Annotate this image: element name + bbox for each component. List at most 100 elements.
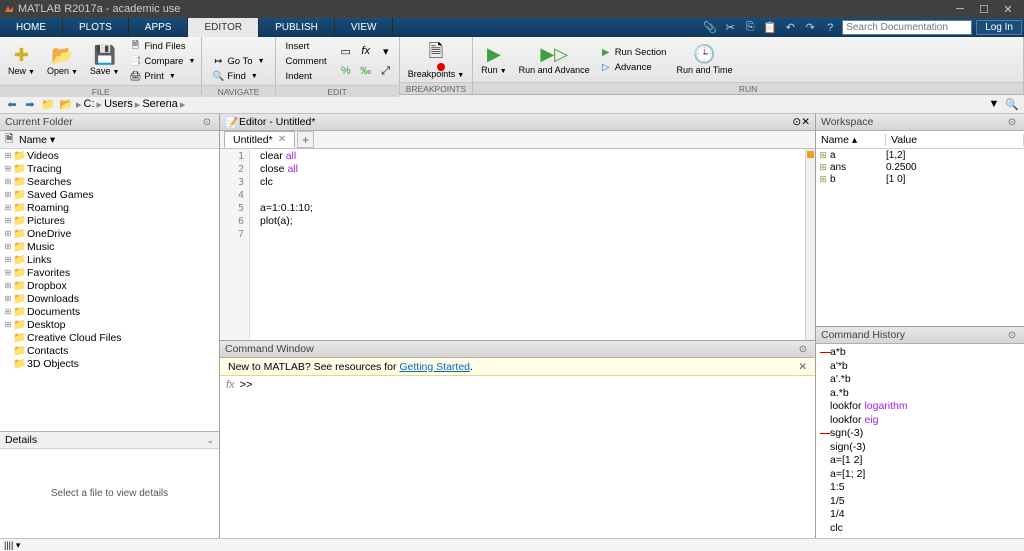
command-window-body[interactable]: fx >> [220, 376, 815, 538]
history-line[interactable]: a.*b [820, 387, 1020, 401]
folder-item[interactable]: ⊞📁Roaming [0, 201, 219, 214]
insert-var-icon[interactable]: ▾ [377, 42, 395, 60]
address-path[interactable]: ▸ C:▸ Users▸ Serena▸ [76, 98, 984, 111]
run-time-button[interactable]: 🕒Run and Time [672, 39, 736, 80]
history-line[interactable]: —a*b [820, 346, 1020, 360]
insert-fx-icon[interactable]: fx [357, 42, 375, 60]
ws-value-col[interactable]: Value [886, 134, 1024, 146]
file-tab-close-icon[interactable]: ✕ [278, 134, 286, 145]
history-line[interactable]: a=[1; 2] [820, 468, 1020, 482]
folder-item[interactable]: ⊞📁Music [0, 240, 219, 253]
folder-item[interactable]: ⊞📁Links [0, 253, 219, 266]
folder-item[interactable]: ⊞📁Documents [0, 305, 219, 318]
breakpoints-button[interactable]: 🗎 Breakpoints▼ [404, 39, 468, 80]
undo-icon[interactable]: ↶ [782, 21, 798, 35]
print-button[interactable]: 🖨Print▼ [127, 69, 197, 83]
search-documentation-input[interactable] [842, 20, 972, 35]
folder-item[interactable]: ⊞📁Searches [0, 175, 219, 188]
save-button[interactable]: 💾Save▼ [86, 39, 123, 83]
folder-item[interactable]: 📁Creative Cloud Files [0, 331, 219, 344]
workspace-row[interactable]: ⊞a[1,2] [816, 149, 1024, 161]
editor-body[interactable]: 1234567 clear allclose allclc a=1:0.1:10… [220, 149, 815, 340]
warning-indicator-icon[interactable] [807, 151, 814, 158]
find-files-button[interactable]: 🗎Find Files [127, 39, 197, 53]
comment-percent-icon[interactable]: % [337, 62, 355, 80]
status-text[interactable]: |||| ▾ [4, 540, 20, 551]
workspace-row[interactable]: ⊞b[1 0] [816, 173, 1024, 185]
addr-dropdown-icon[interactable]: ▼ [986, 97, 1002, 111]
nav-up-icon[interactable]: 📁 [40, 97, 56, 111]
name-column-header[interactable]: Name ▾ [19, 134, 214, 146]
history-line[interactable]: a'.*b [820, 373, 1020, 387]
folder-item[interactable]: ⊞📁OneDrive [0, 227, 219, 240]
tab-publish[interactable]: PUBLISH [259, 18, 335, 37]
open-button[interactable]: 📂Open▼ [43, 39, 82, 83]
indent-button[interactable]: Indent [284, 69, 329, 83]
advance-button[interactable]: ▷Advance [598, 60, 669, 74]
tab-apps[interactable]: APPS [129, 18, 189, 37]
close-button[interactable]: ✕ [996, 3, 1020, 16]
insert-section-icon[interactable]: ▭ [337, 42, 355, 60]
tab-editor[interactable]: EDITOR [188, 18, 259, 37]
folder-item[interactable]: ⊞📁Videos [0, 149, 219, 162]
editor-menu-icon[interactable]: ⊙ [792, 116, 801, 128]
panel-menu-icon[interactable]: ⊙ [200, 117, 214, 128]
folder-item[interactable]: 📁Contacts [0, 344, 219, 357]
workspace-table[interactable]: ⊞a[1,2]⊞ans0.2500⊞b[1 0] [816, 149, 1024, 326]
paste-icon[interactable]: 📋 [762, 21, 778, 35]
cmdhist-menu-icon[interactable]: ⊙ [1005, 330, 1019, 341]
ws-name-col[interactable]: Name ▴ [816, 134, 886, 146]
getting-started-link[interactable]: Getting Started [399, 361, 470, 373]
command-history-body[interactable]: —a*ba'*ba'.*ba.*blookfor logarithmlookfo… [816, 344, 1024, 538]
uncomment-icon[interactable]: ⤢ [377, 62, 395, 80]
add-tab-button[interactable]: + [297, 131, 314, 148]
history-line[interactable]: clc [820, 522, 1020, 536]
file-tab[interactable]: Untitled* ✕ [224, 131, 295, 148]
run-advance-button[interactable]: ▶▷Run and Advance [515, 39, 594, 80]
fx-prompt-icon[interactable]: fx [226, 379, 235, 391]
history-line[interactable]: lookfor eig [820, 414, 1020, 428]
editor-close-icon[interactable]: ✕ [801, 116, 810, 128]
folder-item[interactable]: ⊞📁Saved Games [0, 188, 219, 201]
run-section-button[interactable]: ▶Run Section [598, 45, 669, 59]
folder-item[interactable]: ⊞📁Tracing [0, 162, 219, 175]
banner-close-icon[interactable]: ✕ [798, 361, 807, 373]
tab-plots[interactable]: PLOTS [63, 18, 129, 37]
minimize-button[interactable]: ─ [948, 3, 972, 15]
find-button[interactable]: 🔍Find▼ [210, 69, 266, 83]
history-line[interactable]: sign(-3) [820, 441, 1020, 455]
cut-icon[interactable]: ✂ [722, 21, 738, 35]
history-line[interactable]: —sgn(-3) [820, 427, 1020, 441]
nav-forward-icon[interactable]: ➡ [22, 97, 38, 111]
maximize-button[interactable]: ☐ [972, 3, 996, 16]
tab-home[interactable]: HOME [0, 18, 63, 37]
folder-item[interactable]: 📁3D Objects [0, 357, 219, 370]
compare-button[interactable]: 📑Compare▼ [127, 54, 197, 68]
comment-button[interactable]: Comment [284, 54, 329, 68]
history-line[interactable]: 1/4 [820, 508, 1020, 522]
nav-back-icon[interactable]: ⬅ [4, 97, 20, 111]
folder-item[interactable]: ⊞📁Dropbox [0, 279, 219, 292]
folder-item[interactable]: ⊞📁Downloads [0, 292, 219, 305]
history-line[interactable]: lookfor logarithm [820, 400, 1020, 414]
folder-item[interactable]: ⊞📁Desktop [0, 318, 219, 331]
login-button[interactable]: Log In [976, 20, 1022, 35]
run-button[interactable]: ▶Run▼ [477, 39, 510, 80]
workspace-row[interactable]: ⊞ans0.2500 [816, 161, 1024, 173]
new-button[interactable]: ✚New▼ [4, 39, 39, 83]
file-tree[interactable]: ⊞📁Videos⊞📁Tracing⊞📁Searches⊞📁Saved Games… [0, 149, 219, 431]
addr-search-icon[interactable]: 🔍 [1004, 97, 1020, 111]
help-icon[interactable]: ? [822, 21, 838, 35]
shortcut-icon[interactable]: 📎 [702, 21, 718, 35]
history-line[interactable]: a=[1 2] [820, 454, 1020, 468]
history-line[interactable]: 1/5 [820, 495, 1020, 509]
cmdwin-menu-icon[interactable]: ⊙ [796, 344, 810, 355]
copy-icon[interactable]: ⎘ [742, 21, 758, 35]
nav-browse-icon[interactable]: 📂 [58, 97, 74, 111]
folder-item[interactable]: ⊞📁Favorites [0, 266, 219, 279]
code-area[interactable]: clear allclose allclc a=1:0.1:10;plot(a)… [250, 149, 815, 340]
folder-item[interactable]: ⊞📁Pictures [0, 214, 219, 227]
history-line[interactable]: 1:5 [820, 481, 1020, 495]
insert-button[interactable]: Insert [284, 39, 329, 53]
goto-button[interactable]: ↦Go To▼ [210, 54, 266, 68]
